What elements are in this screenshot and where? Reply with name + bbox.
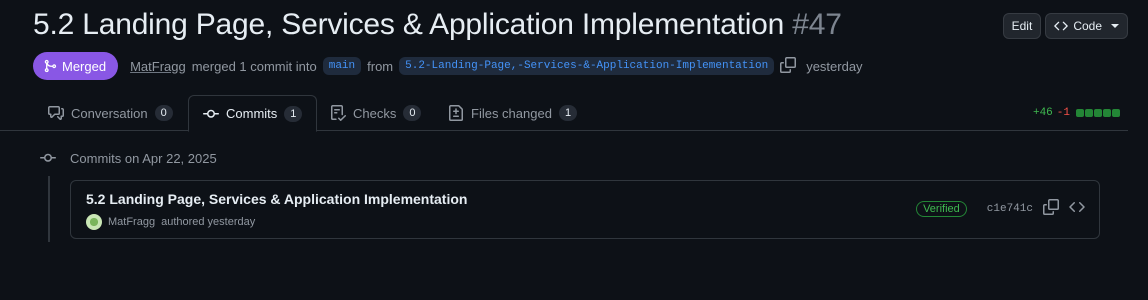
tab-commits[interactable]: Commits 1 — [188, 95, 318, 132]
copy-icon[interactable] — [1043, 199, 1059, 218]
file-diff-icon — [449, 105, 463, 121]
page-title: 5.2 Landing Page, Services & Application… — [33, 8, 842, 42]
status-label: Merged — [62, 58, 107, 74]
commit-actions: Verified c1e741c — [916, 199, 1085, 218]
header-actions: Edit Code — [1002, 13, 1128, 39]
commit-icon — [40, 150, 56, 166]
pr-number: #47 — [792, 8, 842, 41]
edit-button[interactable]: Edit — [1002, 13, 1042, 39]
diffstat-block — [1076, 109, 1084, 117]
edit-label: Edit — [1011, 19, 1033, 33]
tab-count: 0 — [154, 105, 173, 121]
diffstat-block — [1085, 109, 1093, 117]
base-branch[interactable]: main — [322, 57, 362, 75]
diffstat-block — [1112, 109, 1120, 117]
timeline-heading: Commits on Apr 22, 2025 — [40, 150, 217, 166]
pr-tabs: Conversation 0 Commits 1 Checks 0 Files … — [0, 95, 1128, 132]
tab-label: Conversation — [71, 105, 148, 121]
commit-sha[interactable]: c1e741c — [987, 203, 1033, 215]
code-icon — [1054, 21, 1069, 31]
author-link[interactable]: MatFragg — [130, 59, 186, 74]
tab-count: 0 — [403, 105, 422, 121]
timeline-date: Commits on Apr 22, 2025 — [70, 150, 217, 166]
pr-meta: Merged MatFragg merged 1 commit into mai… — [33, 52, 863, 80]
tab-label: Checks — [353, 105, 397, 121]
merge-text: merged 1 commit into — [191, 58, 317, 74]
commit-icon — [203, 109, 219, 118]
from-text: from — [367, 58, 394, 74]
code-label: Code — [1073, 19, 1102, 33]
pr-title: 5.2 Landing Page, Services & Application… — [33, 8, 785, 41]
diff-deletions: -1 — [1056, 107, 1070, 119]
tab-count: 1 — [558, 105, 578, 121]
timeline-line — [48, 176, 50, 242]
commit-author[interactable]: MatFragg — [108, 216, 155, 228]
diffstat[interactable]: +46 -1 — [1033, 107, 1120, 119]
checklist-icon — [331, 105, 346, 121]
comment-icon — [48, 106, 64, 120]
commit-authored-text: authored yesterday — [161, 216, 256, 228]
diff-additions: +46 — [1032, 107, 1053, 119]
tab-label: Commits — [226, 106, 278, 121]
commit-meta: MatFragg authored yesterday — [86, 214, 255, 230]
commit-item: 5.2 Landing Page, Services & Application… — [70, 180, 1100, 239]
head-branch[interactable]: 5.2-Landing-Page,-Services-&-Application… — [399, 57, 775, 75]
merge-time: yesterday — [806, 58, 863, 74]
code-button[interactable]: Code — [1045, 13, 1128, 39]
merge-icon — [44, 59, 57, 73]
verified-badge[interactable]: Verified — [916, 200, 967, 217]
diffstat-blocks — [1076, 109, 1120, 117]
status-badge: Merged — [33, 52, 119, 80]
tab-conversation[interactable]: Conversation 0 — [34, 95, 187, 131]
tab-files-changed[interactable]: Files changed 1 — [434, 95, 591, 131]
tab-count: 1 — [284, 105, 303, 122]
diffstat-block — [1094, 109, 1102, 117]
tab-label: Files changed — [471, 105, 552, 121]
browse-code-icon[interactable] — [1069, 199, 1085, 218]
diffstat-block — [1103, 109, 1111, 117]
commit-title[interactable]: 5.2 Landing Page, Services & Application… — [86, 191, 467, 207]
chevron-down-icon — [1111, 24, 1119, 28]
copy-icon[interactable] — [780, 56, 797, 76]
avatar[interactable] — [86, 214, 102, 230]
pull-request-page: 5.2 Landing Page, Services & Application… — [0, 0, 1148, 300]
tab-checks[interactable]: Checks 0 — [316, 95, 435, 131]
